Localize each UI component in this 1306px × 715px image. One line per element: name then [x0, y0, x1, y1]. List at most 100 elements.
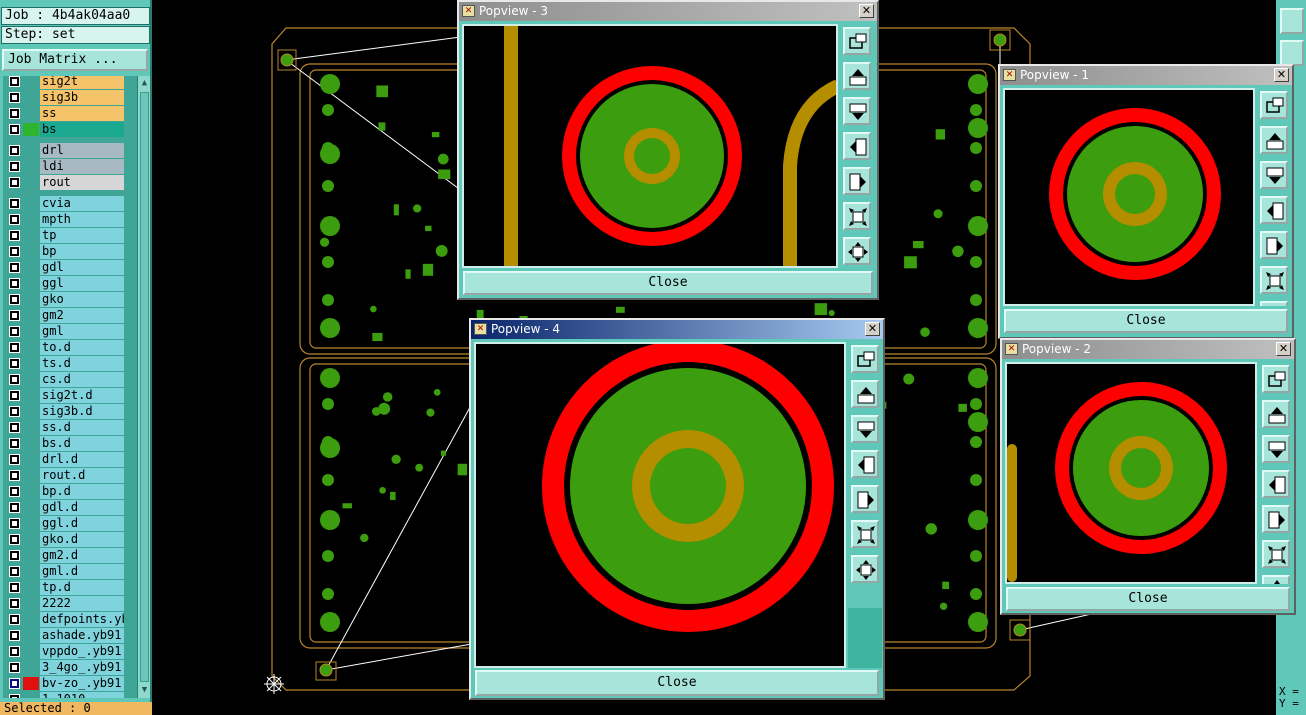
zoom-out-icon[interactable]: [851, 555, 879, 583]
layer-name[interactable]: 1.1010: [40, 692, 124, 698]
toolbar-button[interactable]: [1280, 40, 1304, 66]
layer-row[interactable]: tp: [3, 228, 137, 243]
layer-checkbox[interactable]: [9, 278, 20, 289]
layer-name[interactable]: bp: [40, 244, 124, 259]
pan-left-icon[interactable]: [1260, 196, 1288, 224]
popview-1-close-button[interactable]: Close: [1004, 309, 1288, 333]
layer-name[interactable]: bp.d: [40, 484, 124, 499]
layer-checkbox[interactable]: [9, 246, 20, 257]
layer-row[interactable]: 1.1010: [3, 692, 137, 698]
layer-name[interactable]: ggl.d: [40, 516, 124, 531]
layer-name[interactable]: tp: [40, 228, 124, 243]
layer-row[interactable]: rout: [3, 175, 137, 190]
job-matrix-button[interactable]: Job Matrix ...: [2, 49, 148, 71]
layer-row[interactable]: rout.d: [3, 468, 137, 483]
layer-name[interactable]: rout.d: [40, 468, 124, 483]
layer-row[interactable]: bs.d: [3, 436, 137, 451]
layer-checkbox[interactable]: [9, 230, 20, 241]
layer-row[interactable]: bp.d: [3, 484, 137, 499]
layer-row[interactable]: ashade.yb91: [3, 628, 137, 643]
layer-name[interactable]: rout: [40, 175, 124, 190]
zoom-out-icon[interactable]: [843, 237, 871, 265]
popview-3-titlebar[interactable]: ✕ Popview - 3 ✕: [459, 2, 877, 21]
fit-window-icon[interactable]: [843, 27, 871, 55]
layer-checkbox[interactable]: [9, 502, 20, 513]
layer-row[interactable]: drl: [3, 143, 137, 158]
pan-down-icon[interactable]: [1262, 435, 1290, 463]
layer-checkbox[interactable]: [9, 598, 20, 609]
layer-checkbox[interactable]: [9, 406, 20, 417]
pan-right-icon[interactable]: [843, 167, 871, 195]
layer-name[interactable]: sig3b: [40, 90, 124, 105]
layer-row[interactable]: vppdo_.yb91: [3, 644, 137, 659]
layer-name[interactable]: gml.d: [40, 564, 124, 579]
layer-name[interactable]: bv-zo_.yb91: [40, 676, 124, 691]
layer-name[interactable]: gm2: [40, 308, 124, 323]
layer-checkbox[interactable]: [9, 694, 20, 698]
layer-checkbox[interactable]: [9, 161, 20, 172]
fit-window-icon[interactable]: [1260, 91, 1288, 119]
layer-checkbox[interactable]: [9, 198, 20, 209]
layer-name[interactable]: sig3b.d: [40, 404, 124, 419]
popview-2-view[interactable]: [1005, 362, 1257, 584]
layer-name[interactable]: gml: [40, 324, 124, 339]
layer-checkbox[interactable]: [9, 294, 20, 305]
layer-checkbox[interactable]: [9, 358, 20, 369]
layer-checkbox[interactable]: [9, 326, 20, 337]
popview-1-titlebar[interactable]: ✕ Popview - 1 ✕: [1000, 66, 1292, 85]
layer-checkbox[interactable]: [9, 374, 20, 385]
layer-name[interactable]: gdl: [40, 260, 124, 275]
layer-checkbox[interactable]: [9, 614, 20, 625]
layer-checkbox[interactable]: [9, 646, 20, 657]
popview-3-window[interactable]: ✕ Popview - 3 ✕ Close: [457, 0, 879, 300]
layer-name[interactable]: ggl: [40, 276, 124, 291]
layer-color-swatch[interactable]: [23, 677, 39, 690]
layer-name[interactable]: cs.d: [40, 372, 124, 387]
popview-4-view[interactable]: [474, 342, 846, 668]
layer-row[interactable]: gko: [3, 292, 137, 307]
popview-4-titlebar[interactable]: ✕ Popview - 4 ✕: [471, 320, 883, 339]
layer-checkbox[interactable]: [9, 124, 20, 135]
scroll-up-icon[interactable]: ▲: [139, 78, 150, 89]
pan-up-icon[interactable]: [1262, 400, 1290, 428]
layer-checkbox[interactable]: [9, 550, 20, 561]
pan-down-icon[interactable]: [843, 97, 871, 125]
zoom-in-icon[interactable]: [1262, 540, 1290, 568]
layer-row[interactable]: 3_4go_.yb91: [3, 660, 137, 675]
layer-checkbox[interactable]: [9, 662, 20, 673]
popview-3-close-button[interactable]: Close: [463, 271, 873, 295]
popview-2-titlebar[interactable]: ✕ Popview - 2 ✕: [1002, 340, 1294, 359]
layer-name[interactable]: defpoints.yb: [40, 612, 124, 627]
pan-right-icon[interactable]: [1262, 505, 1290, 533]
layer-name[interactable]: gko: [40, 292, 124, 307]
layer-name[interactable]: cvia: [40, 196, 124, 211]
layer-row[interactable]: ts.d: [3, 356, 137, 371]
layer-checkbox[interactable]: [9, 108, 20, 119]
popview-4-close-button[interactable]: Close: [475, 670, 879, 696]
layer-row[interactable]: ss.d: [3, 420, 137, 435]
scroll-down-icon[interactable]: ▼: [139, 685, 150, 696]
layer-row[interactable]: ggl.d: [3, 516, 137, 531]
layer-name[interactable]: ts.d: [40, 356, 124, 371]
layer-row[interactable]: sig3b: [3, 90, 137, 105]
layer-row[interactable]: mpth: [3, 212, 137, 227]
layer-row[interactable]: bp: [3, 244, 137, 259]
pan-up-icon[interactable]: [851, 380, 879, 408]
pan-up-icon[interactable]: [1260, 126, 1288, 154]
popview-1-window[interactable]: ✕ Popview - 1 ✕ Close: [998, 64, 1294, 339]
layer-checkbox[interactable]: [9, 454, 20, 465]
pan-left-icon[interactable]: [843, 132, 871, 160]
layer-name[interactable]: vppdo_.yb91: [40, 644, 124, 659]
layer-row[interactable]: drl.d: [3, 452, 137, 467]
layer-row[interactable]: 2222: [3, 596, 137, 611]
layer-row[interactable]: defpoints.yb: [3, 612, 137, 627]
fit-window-icon[interactable]: [851, 345, 879, 373]
pan-down-icon[interactable]: [851, 415, 879, 443]
layer-checkbox[interactable]: [9, 470, 20, 481]
close-icon[interactable]: ✕: [859, 4, 874, 18]
pan-right-icon[interactable]: [851, 485, 879, 513]
layer-checkbox[interactable]: [9, 630, 20, 641]
close-icon[interactable]: ✕: [1274, 68, 1289, 82]
layer-checkbox[interactable]: [9, 145, 20, 156]
layer-name[interactable]: ss.d: [40, 420, 124, 435]
